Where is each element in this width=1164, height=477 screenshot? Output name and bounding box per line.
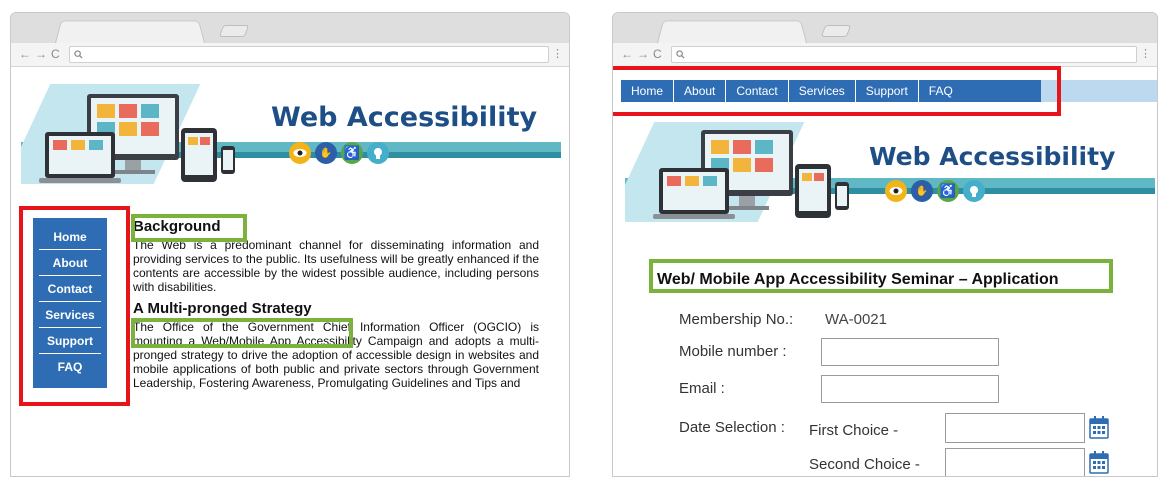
site-banner: Web Accessibility ✋ ♿ xyxy=(625,116,1155,234)
membership-label: Membership No.: xyxy=(679,311,794,328)
browser-menu-icon[interactable]: ⋮ xyxy=(1140,47,1151,60)
calendar-icon[interactable] xyxy=(1089,415,1109,439)
devices-illustration xyxy=(39,94,235,183)
browser-toolbar: ← → C ⋮ xyxy=(613,43,1157,67)
eye-icon xyxy=(289,142,311,164)
banner-title: Web Accessibility xyxy=(271,102,538,133)
page-viewport: Home About Contact Services Support FAQ xyxy=(613,66,1157,476)
tab-bar xyxy=(613,13,1157,43)
forward-button[interactable]: → xyxy=(637,46,649,62)
banner-title: Web Accessibility xyxy=(869,142,1116,171)
mobile-label: Mobile number : xyxy=(679,343,787,360)
eye-icon xyxy=(885,180,907,202)
sign-language-icon: ✋ xyxy=(315,142,337,164)
page-viewport: Web Accessibility ✋ ♿ Home About Contact… xyxy=(11,68,569,476)
site-banner: Web Accessibility ✋ ♿ xyxy=(21,74,561,198)
nav-highlight-box xyxy=(19,206,130,406)
forward-button[interactable]: → xyxy=(35,46,47,62)
heading-highlight-box xyxy=(649,259,1113,293)
mobile-number-input[interactable] xyxy=(821,338,999,366)
membership-value: WA-0021 xyxy=(825,311,887,328)
first-choice-label: First Choice - xyxy=(809,422,899,439)
head-icon xyxy=(963,180,985,202)
second-choice-label: Second Choice - xyxy=(809,456,920,473)
search-icon xyxy=(676,50,685,59)
back-button[interactable]: ← xyxy=(621,46,633,62)
accessibility-icons: ✋ ♿ xyxy=(885,180,985,202)
reload-button[interactable]: C xyxy=(653,46,662,62)
heading-highlight-box xyxy=(131,318,353,348)
search-icon xyxy=(74,50,83,59)
browser-menu-icon[interactable]: ⋮ xyxy=(552,47,563,60)
section-heading-strategy: A Multi-pronged Strategy xyxy=(133,300,312,317)
main-content: Background The Web is a predominant chan… xyxy=(133,218,539,396)
heading-highlight-box xyxy=(131,214,247,242)
sign-language-icon: ✋ xyxy=(911,180,933,202)
date-selection-label: Date Selection : xyxy=(679,419,785,436)
email-label: Email : xyxy=(679,380,725,397)
back-button[interactable]: ← xyxy=(19,46,31,62)
address-bar[interactable] xyxy=(69,46,549,63)
new-tab-button[interactable] xyxy=(218,25,250,37)
accessibility-icons: ✋ ♿ xyxy=(289,142,389,164)
address-bar[interactable] xyxy=(671,46,1137,63)
browser-window-right: ← → C ⋮ Home About Contact Services Supp… xyxy=(612,12,1158,477)
first-choice-date-input[interactable] xyxy=(945,413,1085,443)
reload-button[interactable]: C xyxy=(51,46,60,62)
head-icon xyxy=(367,142,389,164)
new-tab-button[interactable] xyxy=(820,25,852,37)
wheelchair-icon: ♿ xyxy=(937,180,959,202)
section-text-background: The Web is a predominant channel for dis… xyxy=(133,238,539,294)
calendar-icon[interactable] xyxy=(1089,450,1109,474)
wheelchair-icon: ♿ xyxy=(341,142,363,164)
email-input[interactable] xyxy=(821,375,999,403)
devices-illustration xyxy=(653,130,849,219)
browser-window-left: ← → C ⋮ Web Accessibility ✋ ♿ Home About… xyxy=(10,12,570,477)
tab-bar xyxy=(11,13,569,43)
browser-tab[interactable] xyxy=(657,20,807,43)
nav-highlight-box xyxy=(613,66,1061,116)
browser-toolbar: ← → C ⋮ xyxy=(11,43,569,67)
browser-tab[interactable] xyxy=(55,20,205,43)
second-choice-date-input[interactable] xyxy=(945,448,1085,476)
